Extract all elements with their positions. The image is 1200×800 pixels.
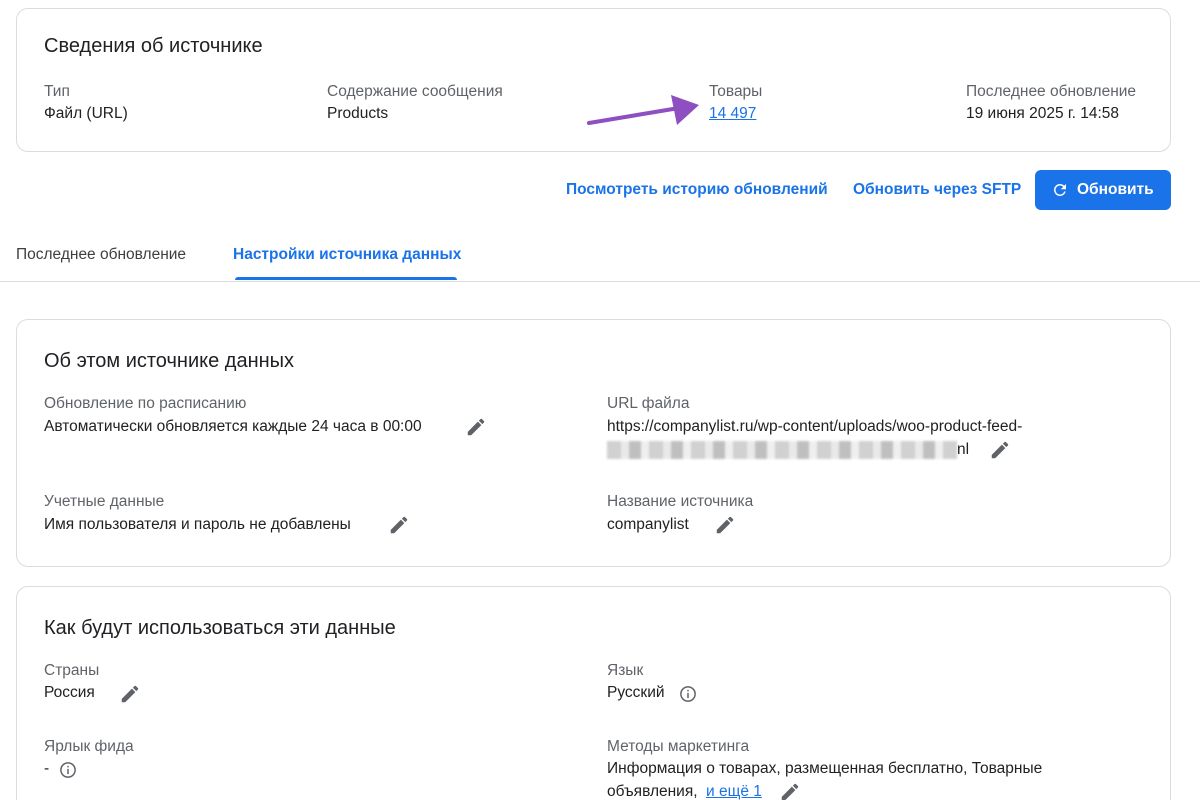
source-name-label: Название источника — [607, 493, 754, 510]
update-sftp-button[interactable]: Обновить через SFTP — [853, 181, 1021, 199]
pencil-icon[interactable] — [119, 683, 141, 705]
feed-label-label: Ярлык фида — [44, 738, 134, 755]
products-count-link[interactable]: 14 497 — [709, 105, 756, 123]
info-icon[interactable] — [59, 761, 77, 779]
marketing-methods-line1: Информация о товарах, размещенная беспла… — [607, 760, 1043, 777]
url-label: URL файла — [607, 395, 690, 412]
content-label: Содержание сообщения — [327, 83, 503, 100]
last-updated-value: 19 июня 2025 г. 14:58 — [966, 105, 1120, 122]
schedule-value: Автоматически обновляется каждые 24 часа… — [44, 418, 422, 435]
countries-value: Россия — [44, 684, 95, 701]
content-value: Products — [327, 105, 389, 122]
arrow-annotation — [587, 95, 699, 125]
credentials-value: Имя пользователя и пароль не добавлены — [44, 516, 351, 533]
feed-label-value: - — [44, 760, 50, 777]
pencil-icon[interactable] — [779, 781, 801, 800]
data-usage-card: Как будут использоваться эти данные Стра… — [16, 586, 1171, 800]
last-updated-label: Последнее обновление — [966, 83, 1137, 100]
view-history-button[interactable]: Посмотреть историю обновлений — [566, 181, 828, 199]
marketing-methods-line2: объявления, — [607, 783, 698, 800]
tab-data-source-settings[interactable]: Настройки источника данных — [233, 246, 461, 264]
tab-last-update[interactable]: Последнее обновление — [16, 246, 186, 264]
about-source-card: Об этом источнике данных Обновление по р… — [16, 319, 1171, 567]
pencil-icon[interactable] — [465, 416, 487, 438]
countries-label: Страны — [44, 662, 100, 679]
about-source-title: Об этом источнике данных — [44, 350, 295, 372]
marketing-methods-label: Методы маркетинга — [607, 738, 750, 755]
language-value: Русский — [607, 684, 665, 701]
source-name-value: companylist — [607, 516, 689, 533]
url-value-line1: https://companylist.ru/wp-content/upload… — [607, 418, 1023, 435]
marketing-more-link[interactable]: и ещё 1 — [706, 783, 762, 800]
active-tab-indicator — [235, 277, 457, 280]
language-label: Язык — [607, 662, 644, 679]
type-label: Тип — [44, 83, 70, 100]
url-redacted-blur — [607, 441, 957, 459]
schedule-label: Обновление по расписанию — [44, 395, 247, 412]
pencil-icon[interactable] — [989, 439, 1011, 461]
url-value-tail: nl — [957, 441, 970, 458]
tabs-divider — [0, 281, 1200, 282]
data-usage-title: Как будут использоваться эти данные — [44, 617, 396, 639]
refresh-button-label: Обновить — [1077, 181, 1154, 198]
refresh-icon — [1053, 183, 1066, 196]
pencil-icon[interactable] — [714, 514, 736, 536]
info-icon[interactable] — [679, 685, 697, 703]
pencil-icon[interactable] — [388, 514, 410, 536]
refresh-button[interactable]: Обновить — [1035, 170, 1171, 210]
credentials-label: Учетные данные — [44, 493, 165, 510]
type-value: Файл (URL) — [44, 105, 128, 122]
products-label: Товары — [709, 83, 763, 100]
source-info-title: Сведения об источнике — [44, 35, 263, 57]
source-info-card: Сведения об источнике Тип Файл (URL) Сод… — [16, 8, 1171, 152]
